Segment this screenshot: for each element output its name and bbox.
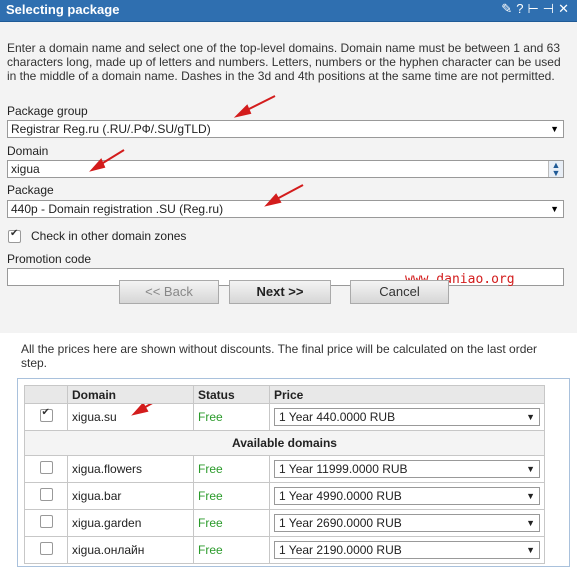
price-value: 1 Year 11999.0000 RUB	[279, 462, 408, 476]
price-select[interactable]: 1 Year 440.0000 RUB ▼	[274, 408, 540, 426]
price-value: 1 Year 440.0000 RUB	[279, 410, 396, 424]
price-select[interactable]: 1 Year 4990.0000 RUB ▼	[274, 487, 540, 505]
domains-table: Domain Status Price xigua.su Free 1 Year…	[24, 385, 545, 564]
price-notice: All the prices here are shown without di…	[21, 342, 538, 370]
price-select[interactable]: 1 Year 2190.0000 RUB ▼	[274, 541, 540, 559]
domain-cell: xigua.garden	[67, 509, 194, 537]
price-value: 1 Year 4990.0000 RUB	[279, 489, 402, 503]
table-row: xigua.flowers Free 1 Year 11999.0000 RUB…	[24, 455, 545, 483]
chevron-down-icon: ▼	[526, 491, 535, 501]
price-select[interactable]: 1 Year 11999.0000 RUB ▼	[274, 460, 540, 478]
domain-cell: xigua.онлайн	[67, 536, 194, 564]
table-row: xigua.su Free 1 Year 440.0000 RUB ▼	[24, 403, 545, 431]
status-cell: Free	[193, 509, 270, 537]
row-checkbox[interactable]	[39, 461, 53, 474]
chevron-down-icon: ▼	[526, 518, 535, 528]
col-header-status: Status	[193, 385, 270, 404]
chevron-down-icon: ▼	[526, 464, 535, 474]
row-checkbox[interactable]	[39, 542, 53, 555]
domain-cell: xigua.bar	[67, 482, 194, 510]
available-domains-header: Available domains	[24, 430, 545, 456]
domain-cell: xigua.su	[67, 403, 194, 431]
price-value: 1 Year 2690.0000 RUB	[279, 516, 402, 530]
col-header-select	[24, 385, 68, 404]
row-checkbox[interactable]	[39, 488, 53, 501]
annotation-arrowhead	[264, 193, 282, 207]
status-cell: Free	[193, 536, 270, 564]
chevron-down-icon: ▼	[526, 412, 535, 422]
price-value: 1 Year 2190.0000 RUB	[279, 543, 402, 557]
status-cell: Free	[193, 482, 270, 510]
col-header-domain: Domain	[67, 385, 194, 404]
status-cell: Free	[193, 455, 270, 483]
domain-cell: xigua.flowers	[67, 455, 194, 483]
price-select[interactable]: 1 Year 2690.0000 RUB ▼	[274, 514, 540, 532]
table-row: xigua.онлайн Free 1 Year 2190.0000 RUB ▼	[24, 536, 545, 564]
table-row: xigua.garden Free 1 Year 2690.0000 RUB ▼	[24, 509, 545, 537]
col-header-price: Price	[269, 385, 545, 404]
status-cell: Free	[193, 403, 270, 431]
chevron-down-icon: ▼	[526, 545, 535, 555]
table-row: xigua.bar Free 1 Year 4990.0000 RUB ▼	[24, 482, 545, 510]
row-checkbox[interactable]	[39, 407, 53, 422]
annotation-arrowhead	[233, 104, 252, 118]
annotation-arrowhead	[89, 158, 106, 172]
row-checkbox[interactable]	[39, 515, 53, 528]
